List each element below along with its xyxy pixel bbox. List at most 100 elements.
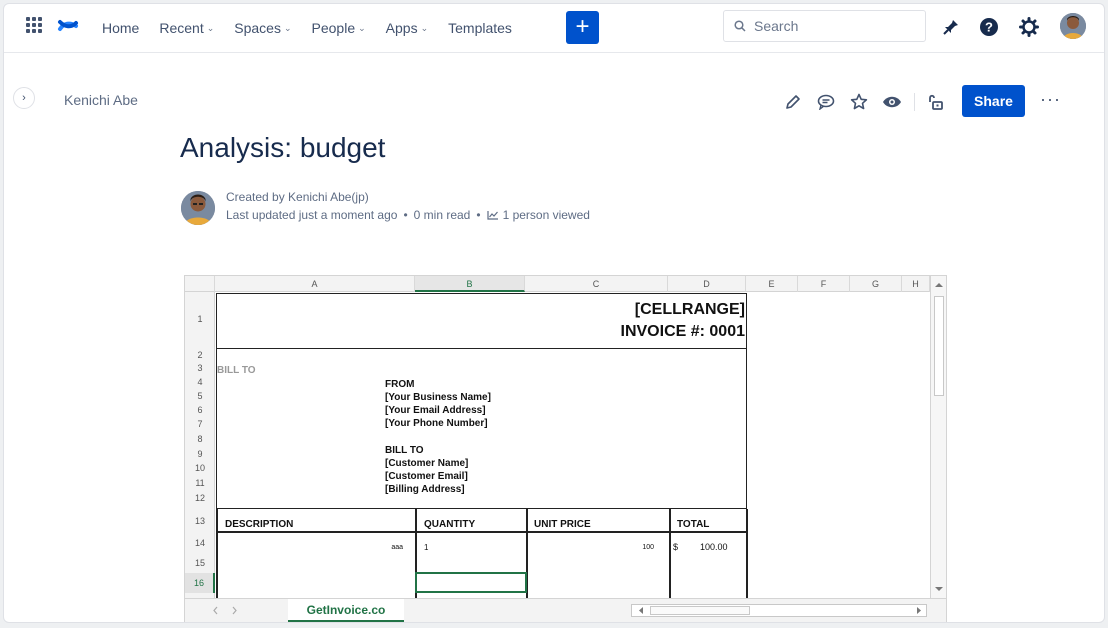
row-header[interactable]: 1 [185,314,215,324]
nav-spaces[interactable]: Spaces ⌄ [234,20,291,36]
star-icon[interactable] [848,91,870,113]
header-total[interactable]: TOTAL [677,519,709,530]
row-header[interactable]: 10 [185,463,215,473]
last-updated[interactable]: Last updated just a moment ago [226,208,397,222]
create-button[interactable]: + [566,11,599,44]
bill-to-top-cell[interactable]: BILL TO [217,365,256,376]
column-header[interactable]: H [902,276,930,292]
row-header[interactable]: 14 [185,538,215,548]
row-header[interactable]: 8 [185,434,215,444]
sheet-tab-getinvoice[interactable]: GetInvoice.co [288,599,404,622]
email-cell[interactable]: [Your Email Address] [385,405,486,416]
sheet-tab-bar: GetInvoice.co [185,598,946,622]
scroll-down-icon[interactable] [931,582,947,596]
scroll-up-icon[interactable] [931,278,947,292]
view-count[interactable]: 1 person viewed [503,208,590,222]
column-header[interactable]: E [746,276,798,292]
column-header[interactable]: A [215,276,415,292]
selected-cell-b16[interactable] [415,572,527,593]
row14-description[interactable]: aaa [391,544,403,551]
row-header[interactable]: 15 [185,558,215,568]
row-headers: 1 2 3 4 5 6 7 8 9 10 11 12 13 14 15 16 [185,292,215,598]
spreadsheet-embed[interactable]: A B C D E F G H 1 2 3 4 5 6 7 8 9 10 11 … [184,275,947,622]
row-header[interactable]: 12 [185,493,215,503]
nav-items: Home Recent ⌄ Spaces ⌄ People ⌄ Apps ⌄ Templ… [102,4,532,52]
row-header[interactable]: 2 [185,350,215,360]
confluence-logo-icon[interactable] [57,14,79,36]
customer-name-cell[interactable]: [Customer Name] [385,458,468,469]
edit-pencil-icon[interactable] [782,91,804,113]
search-icon [734,20,746,32]
breadcrumb[interactable]: Kenichi Abe [64,92,138,108]
row14-total[interactable]: 100.00 [700,542,728,552]
header-unit-price[interactable]: UNIT PRICE [534,519,591,530]
chevron-down-icon: ⌄ [283,22,292,33]
row14-currency[interactable]: $ [673,542,678,552]
column-header[interactable]: D [668,276,746,292]
nav-apps[interactable]: Apps ⌄ [386,20,428,36]
user-avatar[interactable] [1060,13,1086,39]
settings-gear-icon[interactable] [1018,16,1040,38]
horizontal-scroll-thumb[interactable] [650,606,750,615]
billing-address-cell[interactable]: [Billing Address] [385,484,465,495]
row-header[interactable]: 5 [185,391,215,401]
vertical-scroll-thumb[interactable] [934,296,944,396]
header-description[interactable]: DESCRIPTION [225,519,293,530]
row-header[interactable]: 6 [185,405,215,415]
app-switcher-icon[interactable] [26,17,42,33]
table-divider [746,509,748,598]
nav-recent-label: Recent [159,20,204,36]
nav-people[interactable]: People ⌄ [312,20,366,36]
horizontal-scrollbar[interactable] [631,604,927,617]
customer-email-cell[interactable]: [Customer Email] [385,471,468,482]
business-name-cell[interactable]: [Your Business Name] [385,392,491,403]
nav-templates-label: Templates [448,20,512,36]
search-box[interactable] [723,10,926,42]
watch-eye-icon[interactable] [881,91,903,113]
page-meta: Last updated just a moment ago • 0 min r… [226,208,590,222]
row-header[interactable]: 13 [185,516,215,526]
meta-separator: • [403,208,408,222]
nav-recent[interactable]: Recent ⌄ [159,20,214,36]
toolbar-divider [914,93,915,111]
more-actions-button[interactable]: ··· [1040,89,1061,110]
scroll-right-icon[interactable] [912,605,926,616]
phone-cell[interactable]: [Your Phone Number] [385,418,488,429]
column-header[interactable]: G [850,276,902,292]
row-header[interactable]: 3 [185,363,215,373]
search-input[interactable] [754,18,914,34]
help-icon[interactable]: ? [978,16,1000,38]
scroll-left-icon[interactable] [634,605,648,616]
column-header[interactable]: F [798,276,850,292]
row-header[interactable]: 16 [185,573,215,593]
row14-unit-price[interactable]: 100 [642,544,654,551]
column-header[interactable]: C [525,276,668,292]
restrictions-unlock-icon[interactable] [925,91,947,113]
sheet-nav-arrows-icon[interactable] [205,599,245,622]
header-quantity[interactable]: QUANTITY [424,519,475,530]
table-divider [669,509,671,598]
vertical-scrollbar[interactable] [930,276,946,598]
row14-quantity[interactable]: 1 [424,543,428,552]
cellrange-cell[interactable]: [CELLRANGE] [635,301,745,319]
share-button[interactable]: Share [962,85,1025,117]
author-avatar[interactable] [181,191,215,225]
invoice-number-cell[interactable]: INVOICE #: 0001 [621,323,746,341]
nav-templates[interactable]: Templates [448,20,512,36]
page-title: Analysis: budget [180,132,386,163]
notifications-icon[interactable] [940,16,962,38]
app-window: Home Recent ⌄ Spaces ⌄ People ⌄ Apps ⌄ Templ… [3,3,1105,623]
sidebar-expand-button[interactable]: › [13,87,35,109]
row-header[interactable]: 9 [185,449,215,459]
select-all-corner[interactable] [185,276,215,292]
sheet-cells[interactable]: [CELLRANGE] INVOICE #: 0001 BILL TO FROM… [216,293,930,598]
row-header[interactable]: 7 [185,419,215,429]
comment-icon[interactable] [815,91,837,113]
bill-to-cell[interactable]: BILL TO [385,445,424,456]
from-cell[interactable]: FROM [385,379,414,390]
nav-home[interactable]: Home [102,20,139,36]
column-header[interactable]: B [415,276,525,292]
row-header[interactable]: 11 [185,478,215,488]
created-by[interactable]: Created by Kenichi Abe(jp) [226,190,369,204]
row-header[interactable]: 4 [185,377,215,387]
